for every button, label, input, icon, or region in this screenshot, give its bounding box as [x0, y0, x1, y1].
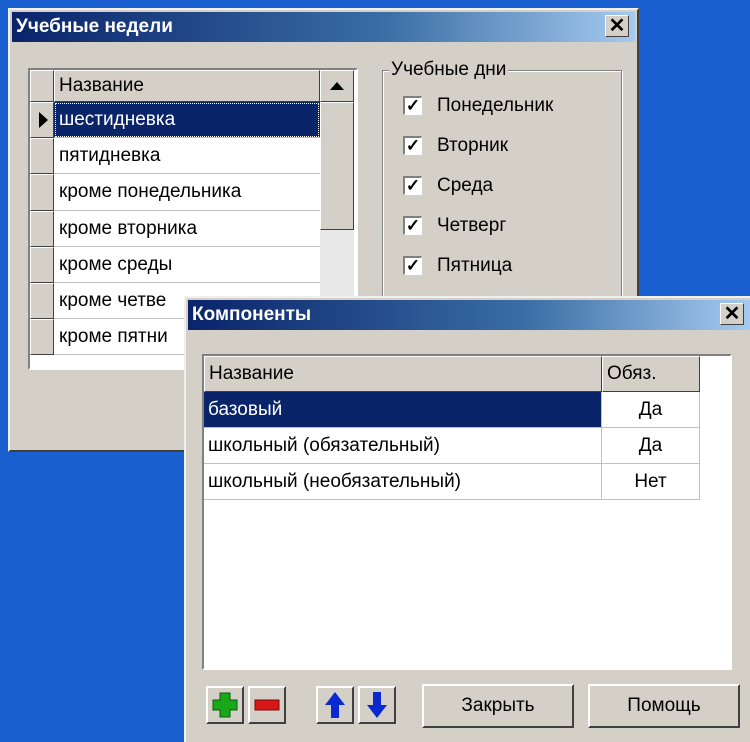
week-name: кроме понедельника — [59, 181, 242, 202]
row-indicator[interactable] — [30, 138, 54, 174]
add-component-button[interactable] — [206, 686, 244, 724]
checkbox-check-icon[interactable]: ✓ — [403, 216, 422, 235]
weeks-grid-corner — [30, 70, 54, 102]
weeks-window-title: Учебные недели — [16, 16, 173, 37]
close-button[interactable]: Закрыть — [422, 684, 574, 728]
component-name: школьный (необязательный) — [204, 464, 602, 500]
components-window-title: Компоненты — [192, 304, 312, 325]
row-indicator[interactable] — [30, 211, 54, 247]
component-name: школьный (обязательный) — [204, 428, 602, 464]
scroll-up-icon — [330, 82, 344, 90]
scroll-up-button[interactable] — [320, 70, 354, 102]
close-icon: ✕ — [723, 303, 741, 325]
week-name: пятидневка — [59, 145, 161, 166]
table-row[interactable]: шестидневка — [54, 102, 320, 138]
checkbox-check-icon[interactable]: ✓ — [403, 136, 422, 155]
weeks-grid-header-name[interactable]: Название — [54, 70, 320, 102]
table-row[interactable]: кроме вторника — [54, 211, 320, 247]
help-button[interactable]: Помощь — [588, 684, 740, 728]
weeks-window-titlebar[interactable]: Учебные недели — [12, 12, 635, 42]
weeks-window-close-button[interactable]: ✕ — [605, 15, 629, 37]
row-indicator[interactable] — [30, 174, 54, 211]
table-row[interactable]: кроме среды — [54, 247, 320, 283]
week-name: кроме вторника — [59, 218, 198, 239]
remove-component-button[interactable] — [248, 686, 286, 724]
components-window-titlebar[interactable]: Компоненты — [188, 300, 750, 330]
arrow-down-icon — [367, 692, 387, 718]
day-label: Среда — [437, 175, 494, 196]
close-button-label: Закрыть — [461, 695, 535, 716]
table-row[interactable]: школьный (обязательный) Да — [204, 428, 730, 465]
week-name: кроме пятни — [59, 326, 168, 347]
day-label: Четверг — [437, 215, 507, 236]
component-required: Да — [602, 392, 700, 428]
week-name: кроме среды — [59, 254, 173, 275]
row-indicator[interactable] — [30, 283, 54, 319]
table-row[interactable]: школьный (необязательный) Нет — [204, 464, 730, 501]
scroll-thumb[interactable] — [320, 102, 354, 230]
close-icon: ✕ — [608, 15, 626, 37]
component-required: Да — [602, 428, 700, 464]
components-window: Компоненты ✕ Название Обяз. базовый Да ш… — [184, 296, 750, 742]
components-header-name-label: Название — [209, 363, 294, 384]
move-down-button[interactable] — [358, 686, 396, 724]
weeks-grid-header-label: Название — [59, 75, 144, 96]
components-header-required-label: Обяз. — [607, 363, 657, 384]
components-window-close-button[interactable]: ✕ — [720, 303, 744, 325]
plus-icon — [212, 692, 238, 718]
checkbox-check-icon[interactable]: ✓ — [403, 96, 422, 115]
day-label: Пятница — [437, 255, 513, 276]
move-up-button[interactable] — [316, 686, 354, 724]
checkbox-check-icon[interactable]: ✓ — [403, 176, 422, 195]
component-required: Нет — [602, 464, 700, 500]
components-header-name[interactable]: Название — [204, 356, 602, 392]
checkbox-check-icon[interactable]: ✓ — [403, 256, 422, 275]
minus-icon — [254, 699, 280, 711]
week-name: кроме четве — [59, 290, 167, 311]
help-button-label: Помощь — [627, 695, 701, 716]
components-grid: Название Обяз. базовый Да школьный (обяз… — [202, 354, 732, 670]
components-header-required[interactable]: Обяз. — [602, 356, 700, 392]
table-row[interactable]: базовый Да — [204, 392, 730, 429]
day-label: Вторник — [437, 135, 509, 156]
row-indicator[interactable] — [30, 247, 54, 283]
table-row[interactable]: пятидневка — [54, 138, 320, 174]
day-label: Понедельник — [437, 95, 554, 116]
component-name: базовый — [204, 392, 602, 428]
school-days-group-label: Учебные дни — [389, 59, 509, 81]
row-indicator[interactable] — [30, 102, 54, 138]
table-row[interactable]: кроме понедельника — [54, 174, 320, 211]
row-indicator[interactable] — [30, 319, 54, 355]
arrow-up-icon — [325, 692, 345, 718]
current-row-arrow-icon — [39, 112, 48, 128]
week-name: шестидневка — [59, 109, 176, 130]
